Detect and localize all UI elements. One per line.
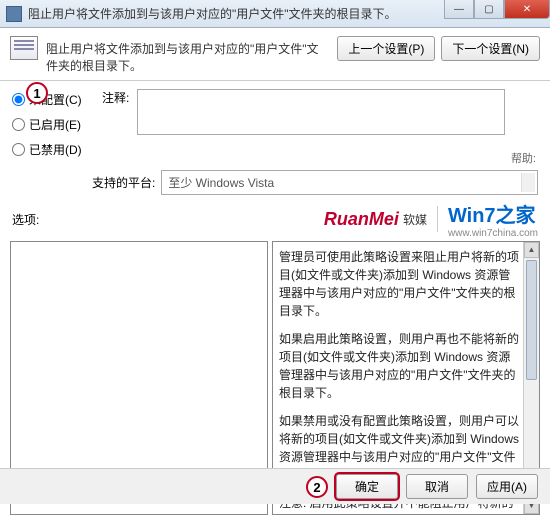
cancel-button[interactable]: 取消: [406, 474, 468, 499]
brand-win7-logo: Win7之家: [448, 199, 536, 228]
app-icon: [6, 6, 22, 22]
titlebar: 阻止用户将文件添加到与该用户对应的"用户文件"文件夹的根目录下。 — ▢ ✕: [0, 0, 550, 28]
desc-p2: 如果启用此策略设置，则用户再也不能将新的项目(如文件或文件夹)添加到 Windo…: [279, 330, 521, 402]
window-title: 阻止用户将文件添加到与该用户对应的"用户文件"文件夹的根目录下。: [28, 5, 397, 22]
brand-ruanmei-cn: 软媒: [403, 211, 427, 228]
next-setting-button[interactable]: 下一个设置(N): [441, 36, 540, 61]
footer: 确定 取消 应用(A): [0, 468, 550, 504]
brand-row: 选项: RuanMei 软媒 Win7之家 www.win7china.com: [0, 197, 550, 241]
scroll-thumb[interactable]: [526, 260, 537, 380]
brand-ruanmei-logo: RuanMei: [324, 209, 399, 230]
maximize-button[interactable]: ▢: [474, 0, 504, 19]
help-label: 帮助:: [511, 150, 536, 166]
window-buttons: — ▢ ✕: [444, 0, 550, 19]
prev-setting-button[interactable]: 上一个设置(P): [337, 36, 435, 61]
minimize-button[interactable]: —: [444, 0, 474, 19]
brand-divider: [437, 206, 438, 232]
comment-input[interactable]: [137, 89, 505, 135]
config-section: 未配置(C) 已启用(E) 已禁用(D) 注释: 支持的平台: 至少 Windo…: [0, 81, 550, 195]
apply-button[interactable]: 应用(A): [476, 474, 538, 499]
desc-p1: 管理员可使用此策略设置来阻止用户将新的项目(如文件或文件夹)添加到 Window…: [279, 248, 521, 320]
ok-button[interactable]: 确定: [336, 474, 398, 499]
platform-scrollbar[interactable]: [521, 173, 535, 192]
platform-value: 至少 Windows Vista: [168, 176, 274, 190]
header-section: 阻止用户将文件添加到与该用户对应的"用户文件"文件夹的根目录下。 上一个设置(P…: [0, 28, 550, 81]
radio-not-configured-label[interactable]: 未配置(C): [29, 91, 82, 108]
options-label: 选项:: [12, 211, 39, 228]
scroll-up-icon[interactable]: ▲: [524, 242, 539, 258]
radio-not-configured[interactable]: [12, 93, 25, 106]
state-radio-group: 未配置(C) 已启用(E) 已禁用(D): [12, 89, 92, 166]
brand-win7-url: www.win7china.com: [448, 228, 538, 239]
platform-label: 支持的平台:: [92, 174, 155, 191]
radio-enabled-label[interactable]: 已启用(E): [29, 116, 81, 133]
radio-enabled[interactable]: [12, 118, 25, 131]
platform-value-box: 至少 Windows Vista: [161, 170, 538, 195]
radio-disabled[interactable]: [12, 143, 25, 156]
radio-disabled-label[interactable]: 已禁用(D): [29, 141, 82, 158]
close-button[interactable]: ✕: [504, 0, 550, 19]
policy-heading: 阻止用户将文件添加到与该用户对应的"用户文件"文件夹的根目录下。: [46, 36, 329, 74]
comment-label: 注释:: [102, 89, 129, 106]
policy-icon: [10, 36, 38, 60]
